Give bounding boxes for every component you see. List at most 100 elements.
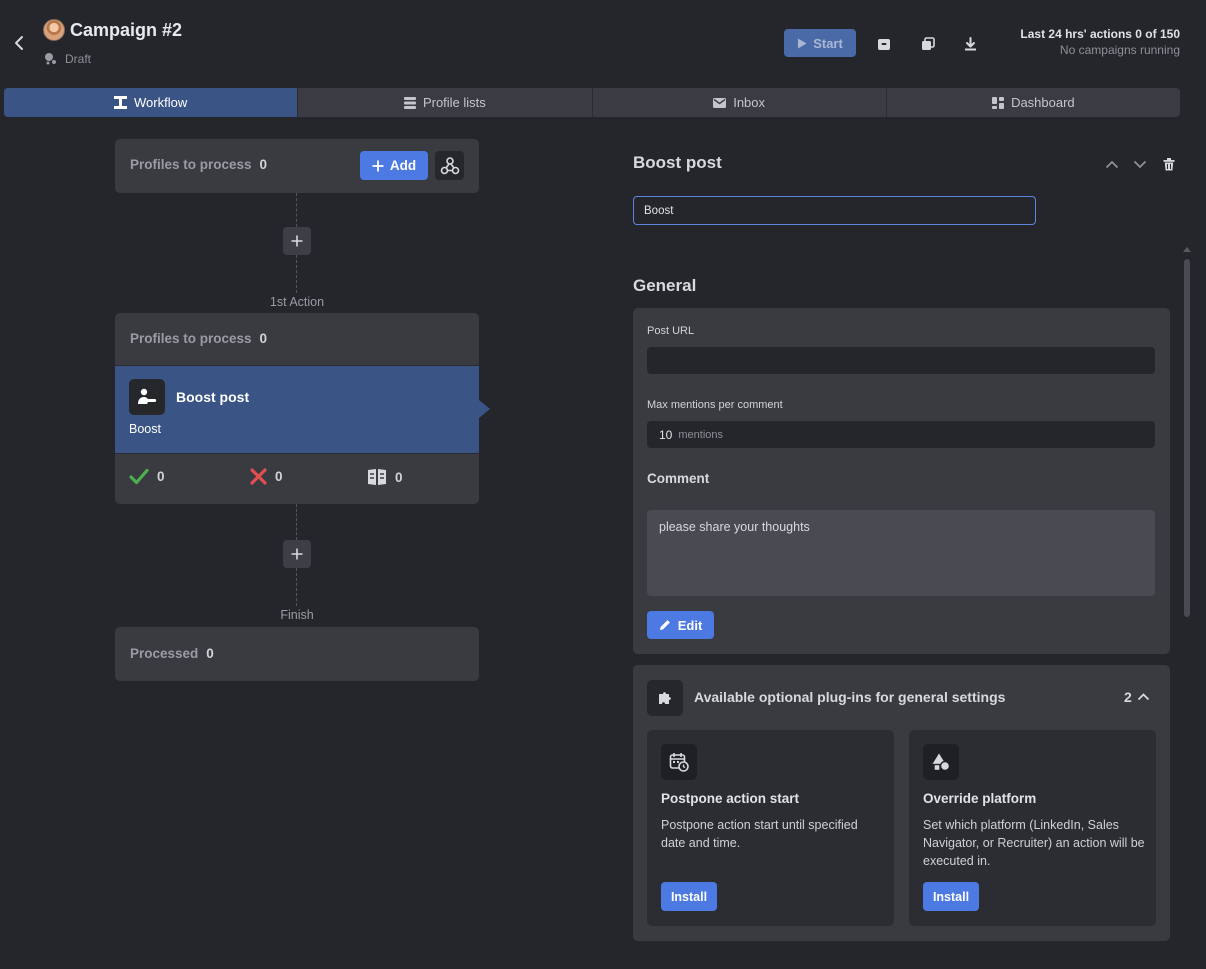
pencil-icon	[659, 620, 670, 630]
plugin-title: Postpone action start	[661, 791, 800, 806]
tab-label: Inbox	[733, 95, 766, 110]
post-url-input[interactable]	[647, 347, 1155, 374]
comment-textarea[interactable]: please share your thoughts	[647, 510, 1155, 596]
failed-count: 0	[275, 469, 283, 484]
scrollbar-thumb[interactable]	[1184, 259, 1190, 617]
mail-icon	[713, 97, 727, 108]
chevron-up-icon	[1137, 693, 1149, 701]
action-subtitle: Boost	[129, 422, 161, 436]
comment-title: Comment	[647, 471, 710, 486]
webhook-icon	[440, 156, 459, 174]
start-node-count: 0	[259, 157, 268, 172]
download-icon	[964, 37, 976, 51]
running-status: No campaigns running	[1059, 43, 1180, 57]
start-node-label: Profiles to process 0	[130, 157, 267, 172]
max-mentions-value: 10	[659, 427, 673, 442]
skip-icon	[368, 469, 386, 485]
selection-pointer	[479, 400, 490, 418]
add-step-button[interactable]	[283, 227, 311, 255]
chevron-down-icon	[1133, 160, 1147, 168]
plugins-count: 2	[1124, 689, 1132, 705]
general-section-title: General	[633, 276, 697, 295]
scroll-up-arrow[interactable]	[1183, 247, 1191, 252]
plus-icon	[372, 160, 384, 171]
cross-icon	[250, 468, 267, 485]
chevron-up-icon	[1105, 160, 1119, 168]
main-tabs: Workflow Profile lists Inbox Dashboard	[4, 88, 1180, 117]
connector-line	[296, 504, 297, 540]
connector-line	[296, 255, 297, 293]
connector-line	[296, 193, 297, 227]
webhook-button[interactable]	[435, 151, 464, 180]
plus-icon	[291, 235, 303, 247]
action-node-count: 0	[259, 331, 268, 346]
delete-button[interactable]	[1160, 155, 1178, 173]
add-step-button[interactable]	[283, 540, 311, 568]
tab-inbox[interactable]: Inbox	[593, 88, 887, 117]
install-button[interactable]: Install	[661, 882, 717, 911]
duplicate-button[interactable]	[917, 33, 939, 55]
post-url-label: Post URL	[647, 325, 695, 337]
calendar-clock-icon	[661, 744, 697, 780]
trash-icon	[1163, 157, 1175, 170]
finish-node-label-text: Processed	[130, 646, 199, 661]
move-up-button[interactable]	[1103, 155, 1121, 173]
panel-title: Boost post	[633, 153, 722, 172]
max-mentions-input[interactable]: 10 mentions	[647, 421, 1155, 448]
add-button-label: Add	[389, 158, 417, 173]
failed-stat[interactable]: 0	[250, 468, 283, 485]
check-icon	[129, 468, 149, 485]
tab-label: Profile lists	[422, 95, 486, 110]
dashboard-icon	[992, 96, 1005, 109]
action-item-boost-post[interactable]	[115, 365, 479, 454]
draft-status-icon	[44, 52, 57, 65]
install-button[interactable]: Install	[923, 882, 979, 911]
archive-icon	[878, 38, 890, 50]
boost-icon	[129, 379, 165, 415]
finish-node-label: Processed 0	[130, 646, 214, 661]
edit-button-label: Edit	[677, 617, 703, 633]
start-button-label: Start	[813, 35, 843, 51]
copy-icon	[922, 37, 935, 50]
skipped-stat[interactable]: 0	[367, 468, 403, 486]
download-button[interactable]	[959, 33, 981, 55]
actions-stat: Last 24 hrs' actions 0 of 150 No campaig…	[1020, 27, 1180, 57]
tab-dashboard[interactable]: Dashboard	[887, 88, 1180, 117]
list-icon	[403, 96, 416, 109]
plugin-description: Postpone action start until specified da…	[661, 818, 858, 850]
edit-button[interactable]: Edit	[647, 611, 714, 639]
action-node-label: Profiles to process 0	[130, 331, 267, 346]
workflow-icon	[114, 96, 128, 109]
move-down-button[interactable]	[1131, 155, 1149, 173]
action-node-label-text: Profiles to process	[130, 331, 252, 346]
connector-line	[296, 568, 297, 606]
start-node-label-text: Profiles to process	[130, 157, 252, 172]
plugins-collapse-toggle[interactable]: 2	[1124, 689, 1150, 705]
avatar	[43, 19, 65, 41]
action-name: Boost post	[176, 389, 250, 405]
action-name-input[interactable]	[633, 196, 1036, 225]
plugin-postpone-action-start: Postpone action start Postpone action st…	[647, 730, 894, 926]
skipped-count: 0	[395, 469, 403, 485]
back-button[interactable]	[8, 30, 30, 56]
tab-label: Workflow	[134, 95, 188, 110]
shapes-icon	[923, 744, 959, 780]
max-mentions-unit: mentions	[678, 428, 723, 441]
tab-workflow[interactable]: Workflow	[4, 88, 299, 117]
start-button[interactable]: Start	[784, 29, 856, 57]
status-badge: Draft	[65, 52, 92, 66]
add-profiles-button[interactable]: Add	[360, 151, 428, 180]
success-count: 0	[157, 469, 165, 484]
max-mentions-label: Max mentions per comment	[647, 399, 783, 411]
plugin-override-platform: Override platform Set which platform (Li…	[909, 730, 1156, 926]
success-stat[interactable]: 0	[129, 468, 165, 485]
actions-count: Last 24 hrs' actions 0 of 150	[1020, 27, 1180, 41]
plugin-description: Set which platform (LinkedIn, Sales Navi…	[923, 818, 1145, 868]
archive-button[interactable]	[873, 33, 895, 55]
finish-label: Finish	[280, 608, 314, 622]
tab-label: Dashboard	[1011, 95, 1075, 110]
page-title: Campaign #2	[70, 20, 183, 40]
finish-node-count: 0	[206, 646, 214, 661]
tab-profile-lists[interactable]: Profile lists	[298, 88, 593, 117]
plus-icon	[291, 548, 303, 560]
